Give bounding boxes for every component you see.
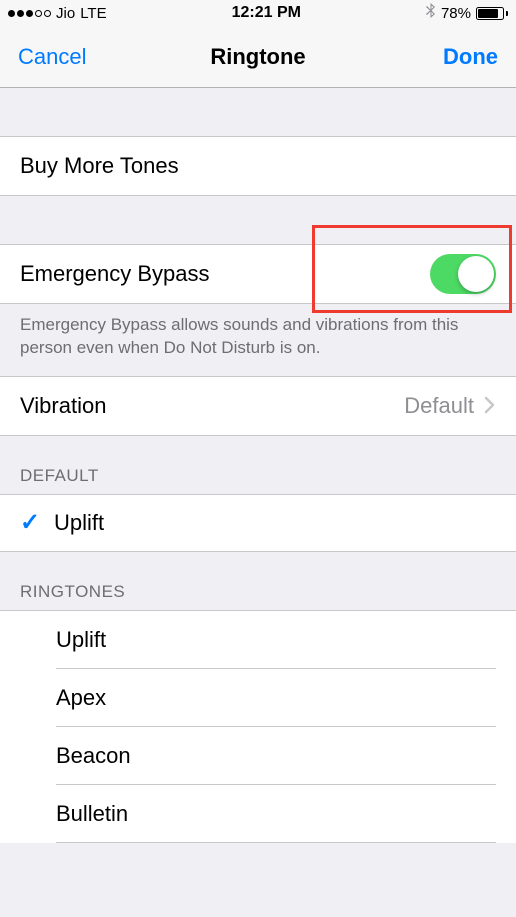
emergency-bypass-toggle[interactable] — [430, 254, 496, 294]
done-button[interactable]: Done — [408, 44, 498, 70]
signal-strength-icon — [8, 10, 51, 17]
chevron-right-icon — [484, 390, 496, 421]
battery-icon — [476, 7, 508, 20]
status-right: 78% — [426, 3, 508, 23]
status-time: 12:21 PM — [232, 4, 301, 22]
emergency-bypass-label: Emergency Bypass — [20, 261, 430, 287]
default-tone-label: Uplift — [54, 510, 104, 536]
battery-percent: 78% — [441, 5, 471, 22]
checkmark-icon: ✓ — [20, 508, 54, 537]
buy-more-tones-label: Buy More Tones — [20, 153, 496, 179]
status-bar: Jio LTE 12:21 PM 78% — [0, 0, 516, 26]
carrier-label: Jio — [56, 5, 75, 22]
ringtone-row[interactable]: Bulletin — [0, 785, 516, 843]
page-title: Ringtone — [108, 44, 408, 70]
ringtones-list: Uplift Apex Beacon Bulletin — [0, 610, 516, 843]
ringtone-row[interactable]: Uplift — [0, 611, 516, 669]
ringtone-row[interactable]: Apex — [0, 669, 516, 727]
ringtone-label: Apex — [56, 685, 106, 711]
ringtone-label: Bulletin — [56, 801, 128, 827]
vibration-row[interactable]: Vibration Default — [0, 376, 516, 436]
nav-bar: Cancel Ringtone Done — [0, 26, 516, 88]
bluetooth-icon — [426, 3, 436, 23]
section-header-default: DEFAULT — [0, 436, 516, 494]
vibration-value: Default — [404, 393, 474, 419]
network-label: LTE — [80, 5, 106, 22]
section-header-ringtones: RINGTONES — [0, 552, 516, 610]
default-tone-row[interactable]: ✓ Uplift — [0, 494, 516, 552]
status-left: Jio LTE — [8, 5, 107, 22]
cancel-button[interactable]: Cancel — [18, 44, 108, 70]
ringtone-label: Beacon — [56, 743, 131, 769]
ringtone-label: Uplift — [56, 627, 106, 653]
buy-more-tones-row[interactable]: Buy More Tones — [0, 136, 516, 196]
emergency-bypass-row: Emergency Bypass — [0, 244, 516, 304]
emergency-bypass-footer: Emergency Bypass allows sounds and vibra… — [0, 304, 516, 376]
vibration-label: Vibration — [20, 393, 404, 419]
ringtone-row[interactable]: Beacon — [0, 727, 516, 785]
